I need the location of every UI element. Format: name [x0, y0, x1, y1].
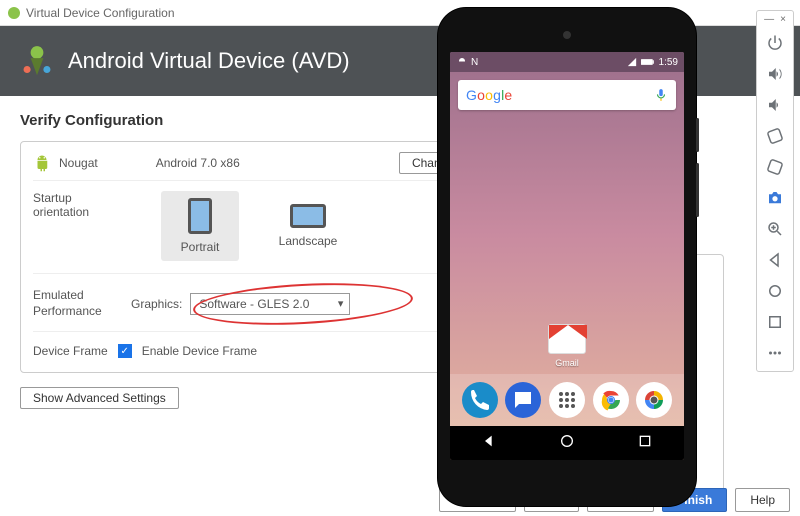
emulator-screen[interactable]: N 1:59 Google Gmail: [450, 52, 684, 460]
android-studio-icon: [20, 44, 54, 78]
gmail-label: Gmail: [548, 358, 586, 368]
show-advanced-settings-button[interactable]: Show Advanced Settings: [20, 387, 179, 409]
android-head-icon: [456, 56, 468, 68]
nav-recent[interactable]: [637, 433, 653, 454]
graphics-select[interactable]: Software - GLES 2.0: [190, 293, 350, 315]
page-title: Android Virtual Device (AVD): [68, 48, 350, 74]
android-navbar: [450, 426, 684, 460]
emulator-toolbar-top: — ×: [757, 14, 793, 27]
config-box: Nougat Android 7.0 x86 Change... Startup…: [20, 141, 490, 373]
camera-app[interactable]: [636, 382, 672, 418]
back-icon[interactable]: [760, 245, 790, 275]
app-icon: [8, 7, 20, 19]
enable-device-frame-label: Enable Device Frame: [142, 344, 257, 358]
apps-drawer[interactable]: [549, 382, 585, 418]
graphics-label: Graphics:: [131, 297, 182, 311]
emulator-toolbar: — ×: [756, 10, 794, 372]
orientation-landscape-tile[interactable]: Landscape: [269, 191, 347, 261]
more-icon[interactable]: [760, 338, 790, 368]
portrait-label: Portrait: [181, 240, 220, 254]
dock: [450, 374, 684, 426]
chrome-app[interactable]: [593, 382, 629, 418]
orientation-portrait-tile[interactable]: Portrait: [161, 191, 239, 261]
os-row: Nougat Android 7.0 x86 Change...: [33, 152, 477, 181]
volume-up-icon[interactable]: [760, 59, 790, 89]
rotate-left-icon[interactable]: [760, 121, 790, 151]
gmail-icon: [548, 324, 586, 354]
google-logo: Google: [466, 87, 512, 103]
home-icon[interactable]: [760, 276, 790, 306]
rotate-right-icon[interactable]: [760, 152, 790, 182]
google-search-bar[interactable]: Google: [458, 80, 676, 110]
nav-home[interactable]: [559, 433, 575, 454]
graphics-value: Software - GLES 2.0: [199, 297, 309, 311]
phone-app[interactable]: [462, 382, 498, 418]
enable-device-frame-checkbox[interactable]: ✓: [118, 344, 132, 358]
status-bar: N 1:59: [450, 52, 684, 72]
landscape-label: Landscape: [279, 234, 338, 248]
mic-icon[interactable]: [654, 88, 668, 102]
volume-down-icon[interactable]: [760, 90, 790, 120]
android-icon: [33, 154, 51, 172]
power-icon[interactable]: [760, 28, 790, 58]
performance-row: Emulated Performance Graphics: Software …: [33, 288, 477, 332]
messages-app[interactable]: [505, 382, 541, 418]
close-emu-icon[interactable]: ×: [780, 14, 786, 25]
window-title: Virtual Device Configuration: [26, 6, 175, 20]
os-version: Android 7.0 x86: [156, 156, 240, 170]
orientation-label: Startup orientation: [33, 191, 131, 261]
recent-icon[interactable]: [760, 307, 790, 337]
phone-power-button: [696, 118, 699, 152]
portrait-icon: [188, 198, 212, 234]
help-button[interactable]: Help: [735, 488, 790, 512]
status-time: 1:59: [659, 57, 678, 68]
device-frame-label: Device Frame: [33, 344, 108, 358]
orientation-row: Startup orientation Portrait Landscape: [33, 191, 477, 274]
emulator-device-frame: N 1:59 Google Gmail: [438, 8, 696, 506]
camera-icon[interactable]: [760, 183, 790, 213]
os-name: Nougat: [59, 156, 98, 170]
phone-volume-button: [696, 163, 699, 217]
minimize-icon[interactable]: —: [764, 14, 774, 25]
status-n: N: [471, 57, 478, 68]
landscape-icon: [290, 204, 326, 228]
signal-icon: [627, 57, 637, 67]
device-frame-row: Device Frame ✓ Enable Device Frame: [33, 344, 477, 358]
zoom-in-icon[interactable]: [760, 214, 790, 244]
battery-icon: [641, 57, 655, 67]
nav-back[interactable]: [481, 433, 497, 454]
performance-label: Emulated Performance: [33, 288, 131, 319]
gmail-app[interactable]: Gmail: [548, 324, 586, 368]
